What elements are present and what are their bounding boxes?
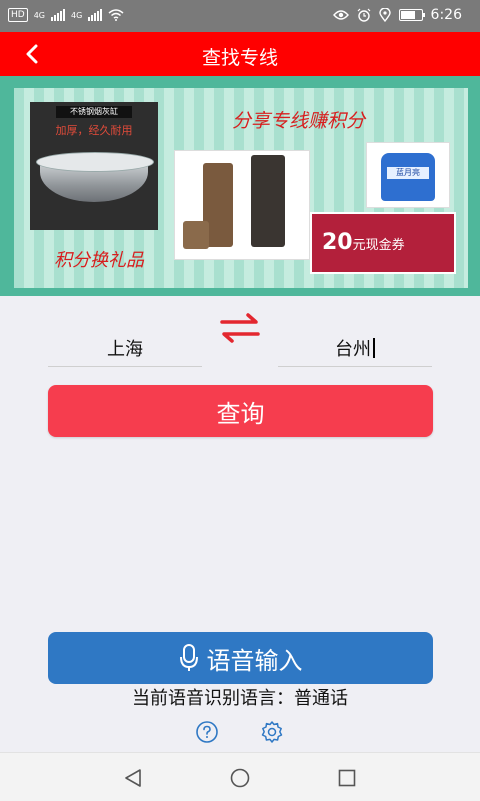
status-bar: HD 4G 4G 6:26 <box>0 0 480 32</box>
coupon-text: 20元现金券 <box>322 230 405 255</box>
voice-input-button[interactable]: 语音输入 <box>48 632 433 684</box>
ashtray-product-image: 不锈钢烟灰缸 加厚，经久耐用 <box>30 102 158 230</box>
signal-icon <box>51 9 65 21</box>
ashtray-subtitle: 加厚，经久耐用 <box>55 124 133 137</box>
location-icon <box>378 8 391 22</box>
system-nav-bar <box>0 752 480 801</box>
page-title: 查找专线 <box>201 47 278 69</box>
microphone-icon <box>179 644 198 671</box>
circle-home-icon[interactable] <box>229 767 251 789</box>
voice-language-text: 当前语音识别语言：普通话 <box>132 688 348 709</box>
coupon-label: 元现金券 <box>352 238 405 253</box>
coupon-image: 20元现金券 <box>310 212 456 274</box>
network-type-2: 4G <box>71 10 83 20</box>
app-header: 查找专线 <box>0 32 480 76</box>
detergent-label: 蓝月亮 <box>387 167 429 179</box>
coupon-amount: 20 <box>322 230 353 255</box>
route-selector: 上海 台州 <box>0 296 480 376</box>
thermos-cup-3 <box>183 221 209 249</box>
destination-city-value: 台州 <box>335 339 371 360</box>
destination-city-field[interactable]: 台州 <box>278 330 432 367</box>
triangle-back-icon[interactable] <box>122 767 144 789</box>
banner-image: 不锈钢烟灰缸 加厚，经久耐用 分享专线赚积分 蓝月亮 20元现金券 积分换礼品 <box>14 88 468 288</box>
signal-icon <box>88 9 103 21</box>
detergent-product-image: 蓝月亮 <box>366 142 450 208</box>
square-recent-icon[interactable] <box>336 767 358 789</box>
ashtray-rim <box>36 152 154 172</box>
voice-input-label: 语音输入 <box>206 646 303 675</box>
origin-city-value: 上海 <box>107 339 143 360</box>
ashtray-label: 不锈钢烟灰缸 <box>56 106 132 118</box>
promo-banner[interactable]: 不锈钢烟灰缸 加厚，经久耐用 分享专线赚积分 蓝月亮 20元现金券 积分换礼品 <box>0 76 480 296</box>
help-icon[interactable] <box>195 720 219 744</box>
hd-icon: HD <box>8 8 28 22</box>
swap-arrows-icon[interactable] <box>216 312 264 344</box>
gear-icon[interactable] <box>260 720 284 744</box>
query-button-label: 查询 <box>216 399 265 428</box>
alarm-icon <box>357 8 370 22</box>
banner-footer-text: 积分换礼品 <box>54 250 144 271</box>
thermos-cup-2 <box>251 155 285 247</box>
battery-icon <box>398 9 425 21</box>
banner-heading: 分享专线赚积分 <box>232 110 366 132</box>
eye-icon <box>332 10 349 20</box>
network-type-1: 4G <box>33 10 45 20</box>
query-button[interactable]: 查询 <box>48 385 433 437</box>
wifi-icon <box>108 9 124 21</box>
text-cursor <box>373 338 375 358</box>
thermos-product-image <box>174 150 310 260</box>
status-time: 6:26 <box>430 7 462 23</box>
origin-city-field[interactable]: 上海 <box>48 330 202 367</box>
